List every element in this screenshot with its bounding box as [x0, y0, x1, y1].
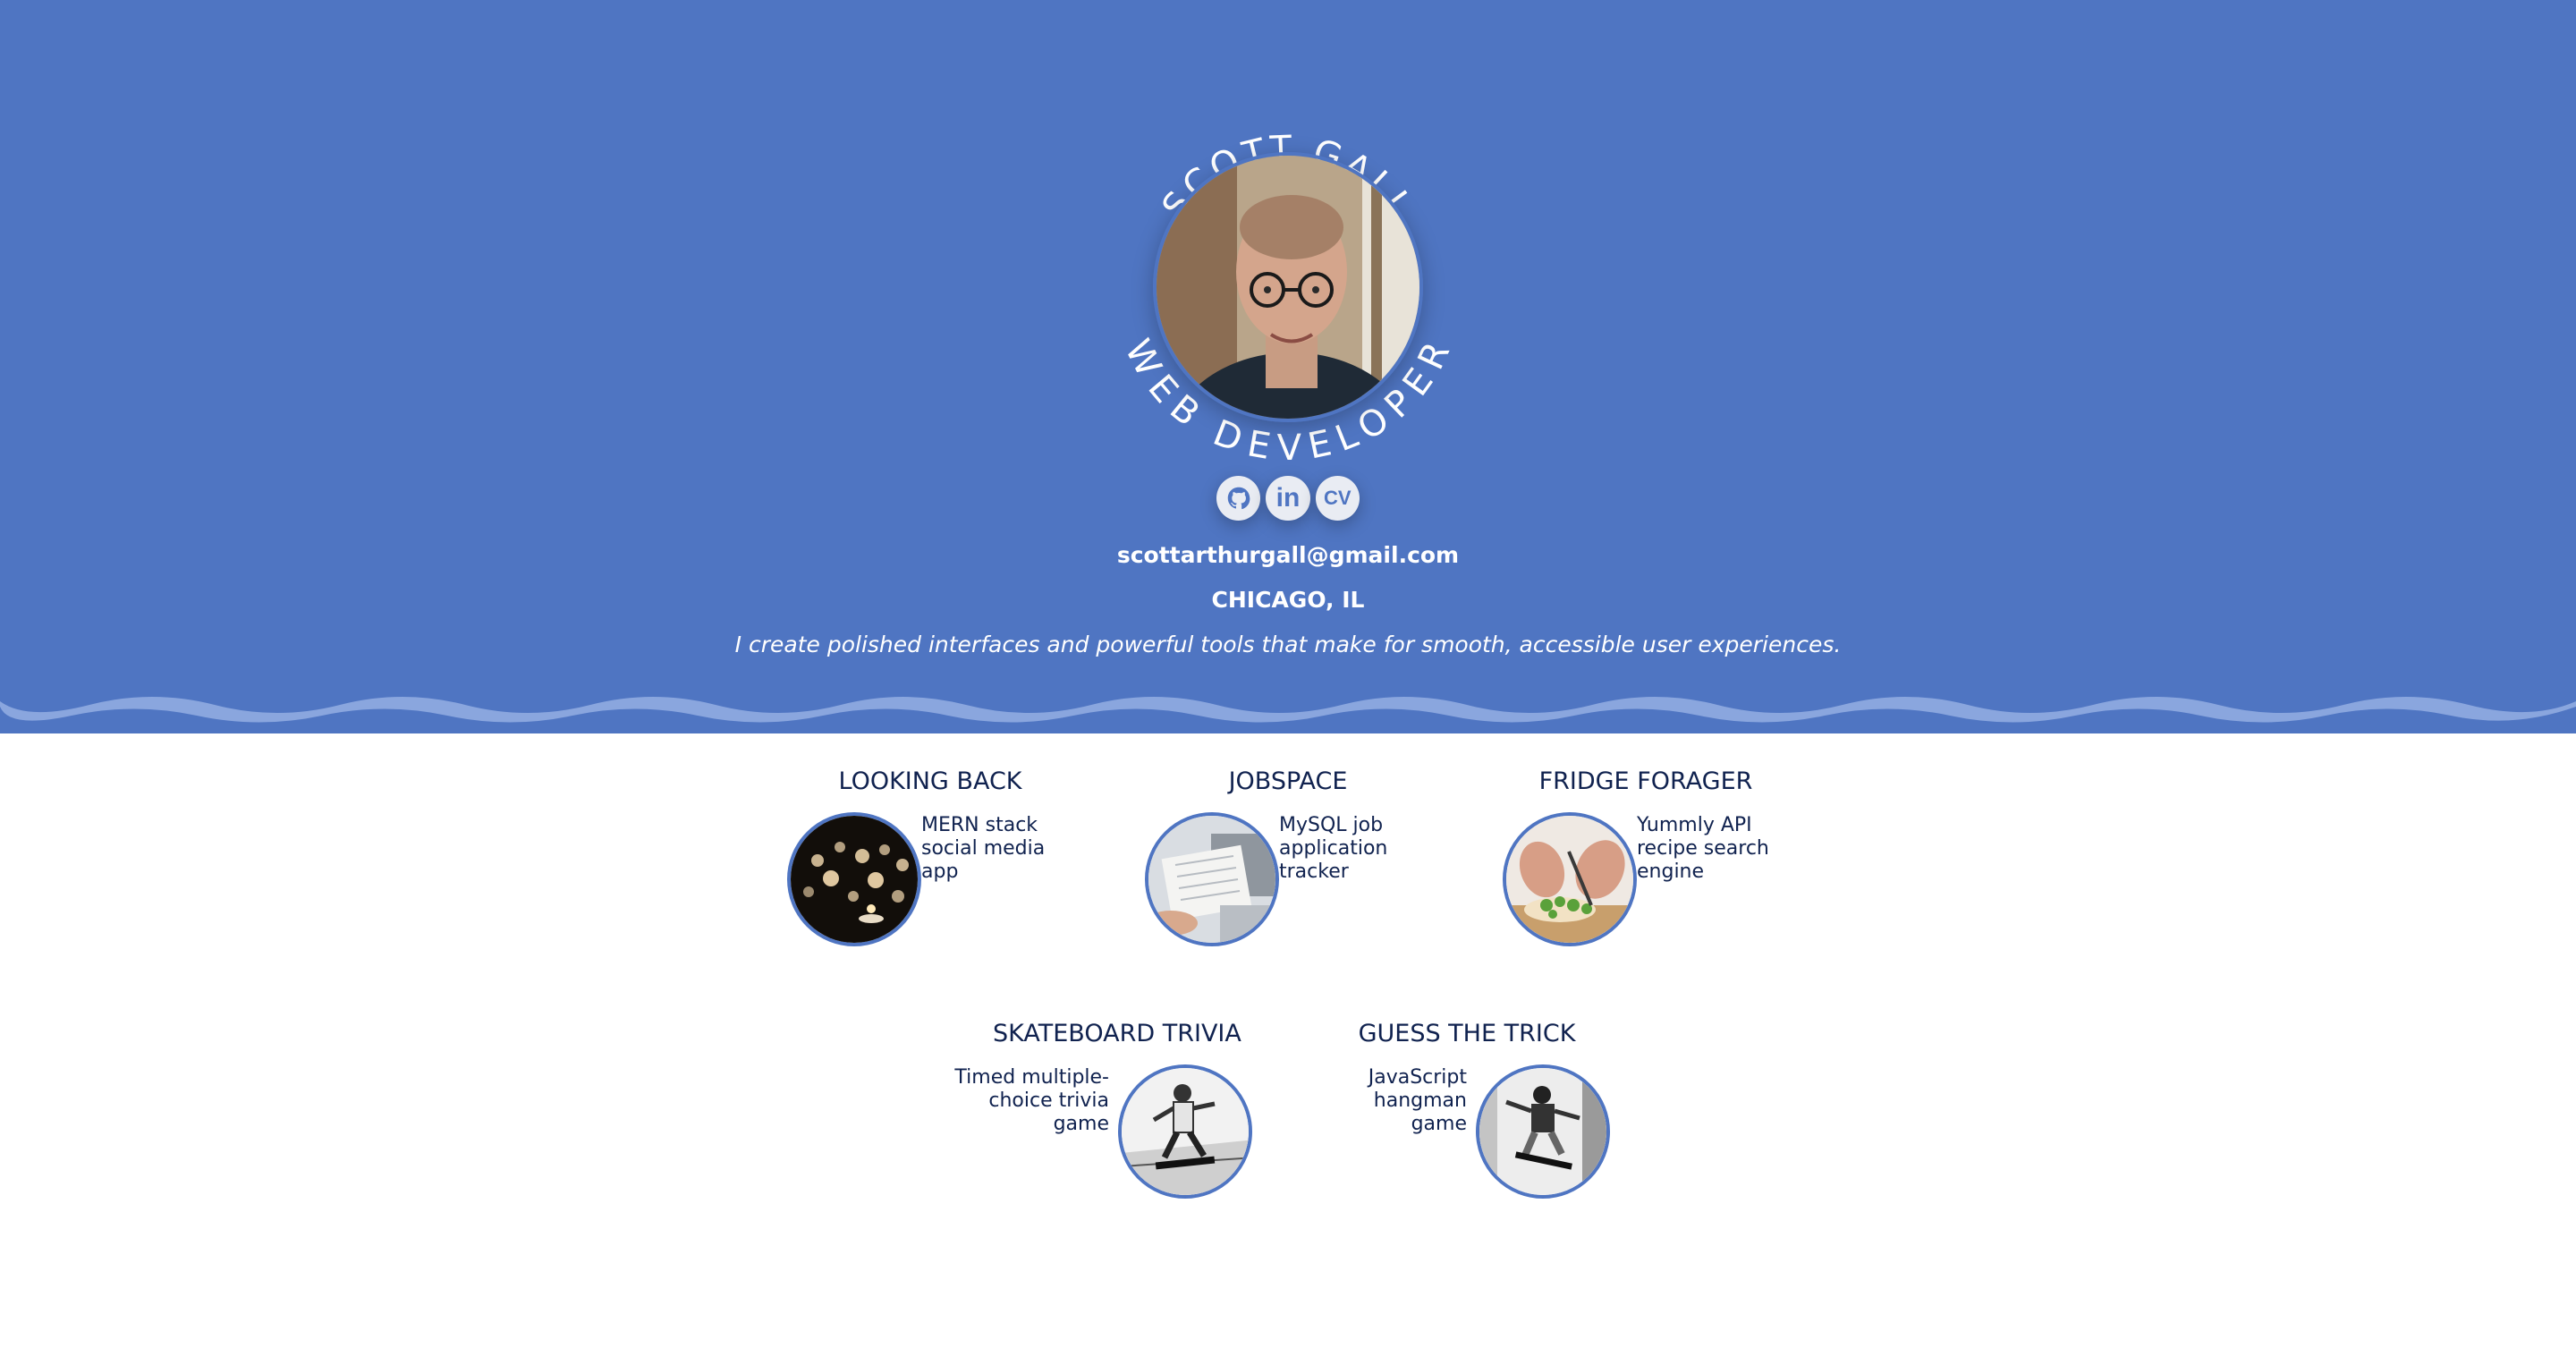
candles-image[interactable]	[787, 812, 921, 946]
cooking-image[interactable]	[1503, 812, 1637, 946]
social-links: in CV	[1216, 476, 1360, 522]
project-title[interactable]: LOOKING BACK	[814, 767, 1046, 795]
skateboarder-image[interactable]	[1118, 1064, 1252, 1199]
project-title[interactable]: FRIDGE FORAGER	[1530, 767, 1762, 795]
wave-divider	[0, 689, 2576, 723]
project-description: MERN stack social media app	[921, 814, 1046, 883]
skateboard-trick-image[interactable]	[1476, 1064, 1610, 1199]
project-title[interactable]: GUESS THE TRICK	[1351, 1020, 1583, 1047]
project-card-skateboard-trivia[interactable]: SKATEBOARD TRIVIA Timed multiple-choice …	[954, 1020, 1252, 1199]
location-text: CHICAGO, IL	[1211, 587, 1365, 613]
email-link[interactable]: scottarthurgall@gmail.com	[0, 542, 2576, 568]
project-card-guess-the-trick[interactable]: GUESS THE TRICK JavaScript hangman game	[1351, 1020, 1610, 1199]
project-card-looking-back[interactable]: LOOKING BACK MERN stack social media app	[787, 767, 1046, 946]
profile-badge: SCOTT GALL WEB DEVELOPER	[1109, 98, 1467, 474]
cv-icon: CV	[1324, 487, 1352, 509]
laptop-documents-image[interactable]	[1145, 812, 1279, 946]
linkedin-icon: in	[1275, 483, 1301, 513]
github-icon	[1227, 487, 1250, 510]
project-description: MySQL job application tracker	[1279, 814, 1388, 883]
project-description: Yummly API recipe search engine	[1637, 814, 1769, 883]
linkedin-button[interactable]: in	[1266, 476, 1310, 521]
project-title[interactable]: SKATEBOARD TRIVIA	[993, 1020, 1241, 1047]
project-description: Timed multiple-choice trivia game	[954, 1066, 1109, 1135]
project-description: JavaScript hangman game	[1368, 1066, 1467, 1135]
cv-button[interactable]: CV	[1315, 476, 1360, 521]
github-button[interactable]	[1216, 476, 1261, 521]
tagline-text: I create polished interfaces and powerfu…	[734, 632, 1842, 657]
project-title[interactable]: JOBSPACE	[1172, 767, 1404, 795]
project-card-jobspace[interactable]: JOBSPACE MySQL job application tracker	[1145, 767, 1404, 946]
hero-section: SCOTT GALL WEB DEVELOPER in CV scottarth…	[0, 0, 2576, 733]
avatar	[1153, 152, 1423, 422]
project-card-fridge-forager[interactable]: FRIDGE FORAGER Yummly API recipe search …	[1503, 767, 1769, 946]
